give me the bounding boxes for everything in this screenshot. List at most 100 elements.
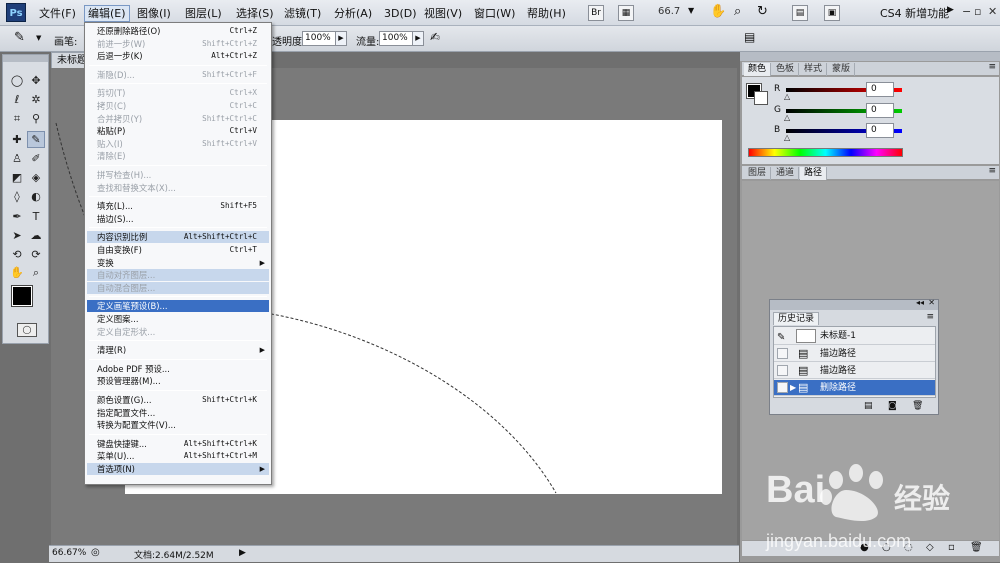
color-bg-swatch[interactable] — [754, 91, 768, 105]
snapshot-brush-icon[interactable]: ✎ — [777, 330, 785, 346]
tools-panel-header[interactable] — [3, 55, 48, 62]
status-info-icon[interactable]: ◎ — [91, 547, 100, 558]
status-menu-arrow-icon[interactable]: ▶ — [239, 548, 246, 558]
tab-paths[interactable]: 路径 — [800, 167, 828, 180]
menu-filter[interactable]: 滤镜(T) — [281, 5, 324, 22]
edit-menu-item[interactable]: 首选项(N) ▶ — [87, 463, 269, 475]
edit-menu-item[interactable]: 粘贴(P) Ctrl+V — [87, 125, 269, 137]
edit-menu-item[interactable]: 填充(L)... Shift+F5 — [87, 200, 269, 212]
b-slider-knob-icon[interactable]: △ — [784, 133, 790, 142]
edit-menu-item[interactable]: 后退一步(K) Alt+Ctrl+Z — [87, 50, 269, 62]
tab-color[interactable]: 颜色 — [744, 63, 772, 76]
g-value[interactable]: 0 — [866, 103, 894, 118]
edit-menu-item[interactable]: 清理(R) ▶ — [87, 344, 269, 356]
edit-menu-item[interactable]: 转换为配置文件(V)... — [87, 419, 269, 431]
menu-3d[interactable]: 3D(D) — [381, 5, 420, 22]
restore-icon[interactable]: ▫ — [974, 5, 981, 18]
tool-preset-dropdown-icon[interactable]: ▼ — [36, 34, 41, 42]
brush-panel-icon[interactable]: ▤ — [744, 30, 755, 44]
history-brush-source-icon[interactable] — [777, 365, 788, 376]
dock-header[interactable] — [740, 52, 1000, 61]
delete-state-icon[interactable]: 🗑 — [912, 401, 923, 411]
hand-icon[interactable]: ✋ — [710, 4, 726, 19]
menu-layer[interactable]: 图层(L) — [182, 5, 225, 22]
status-zoom[interactable]: 66.67% — [52, 548, 86, 558]
history-brush-tool-icon[interactable]: ✐ — [27, 150, 45, 167]
history-row[interactable]: ▤ 描边路径 — [774, 346, 935, 362]
color-spectrum-bar[interactable] — [748, 148, 903, 157]
r-value[interactable]: 0 — [866, 82, 894, 97]
history-snapshot[interactable]: ✎ 未标题-1 — [774, 327, 935, 345]
tab-swatches[interactable]: 色板 — [772, 63, 800, 76]
shape-tool-icon[interactable]: ☁ — [27, 227, 45, 244]
crop-tool-icon[interactable]: ⌗ — [8, 110, 26, 127]
zoom-dropdown-icon[interactable]: ▼ — [688, 6, 694, 15]
history-row-selected[interactable]: ▶ ▤ 删除路径 — [774, 380, 935, 396]
menu-select[interactable]: 选择(S) — [233, 5, 277, 22]
zoom-level[interactable]: 66.7 — [658, 6, 680, 17]
collapse-icon[interactable]: ◂◂ — [916, 298, 924, 307]
edit-menu-item[interactable]: 键盘快捷键... Alt+Shift+Ctrl+K — [87, 438, 269, 450]
bridge-icon[interactable]: Br — [588, 5, 604, 21]
panel-menu-icon[interactable]: ≡ — [988, 62, 996, 72]
edit-menu-item[interactable]: 还原删除路径(O) Ctrl+Z — [87, 25, 269, 37]
close-icon[interactable]: ✕ — [988, 5, 997, 18]
foreground-color-swatch[interactable] — [11, 285, 33, 307]
pen-tool-icon[interactable]: ✒ — [8, 208, 26, 225]
minimize-icon[interactable]: − — [962, 5, 971, 18]
hand-tool-icon[interactable]: ✋ — [8, 264, 26, 281]
marquee-tool-icon[interactable]: ◯ — [8, 72, 26, 89]
opacity-input[interactable]: 100% — [302, 31, 336, 46]
tab-layers[interactable]: 图层 — [744, 167, 772, 180]
edit-menu-item[interactable]: 自由变换(F) Ctrl+T — [87, 244, 269, 256]
zoom-tool-icon[interactable]: ⌕ — [27, 264, 45, 281]
flow-input[interactable]: 100% — [379, 31, 413, 46]
quick-mask-icon[interactable]: ◯ — [17, 323, 37, 337]
history-panel-header[interactable]: ◂◂ ✕ — [770, 298, 938, 310]
menu-analysis[interactable]: 分析(A) — [331, 5, 375, 22]
blur-tool-icon[interactable]: ◊ — [8, 188, 26, 205]
edit-menu-item[interactable]: Adobe PDF 预设... — [87, 363, 269, 375]
history-row[interactable]: ▤ 描边路径 — [774, 363, 935, 379]
edit-menu-item[interactable]: 预设管理器(M)... — [87, 375, 269, 387]
edit-menu-item[interactable]: 描边(S)... — [87, 213, 269, 225]
history-close-icon[interactable]: ✕ — [928, 298, 935, 307]
type-tool-icon[interactable]: T — [27, 208, 45, 225]
3d-orbit-tool-icon[interactable]: ⟳ — [27, 246, 45, 263]
rotate-view-icon[interactable]: ↻ — [757, 4, 768, 19]
tab-masks[interactable]: 蒙版 — [828, 63, 856, 76]
g-slider-knob-icon[interactable]: △ — [784, 113, 790, 122]
healing-brush-tool-icon[interactable]: ✚ — [8, 131, 26, 148]
clone-stamp-tool-icon[interactable]: ♙ — [8, 150, 26, 167]
r-slider-knob-icon[interactable]: △ — [784, 92, 790, 101]
move-tool-icon[interactable]: ✥ — [27, 72, 45, 89]
new-document-from-state-icon[interactable]: ▤ — [864, 401, 873, 411]
lasso-tool-icon[interactable]: ℓ — [8, 91, 26, 108]
history-brush-source-icon[interactable] — [777, 382, 788, 393]
zoom-icon[interactable]: ⌕ — [734, 4, 741, 19]
extras-icon[interactable]: ▦ — [618, 5, 634, 21]
edit-menu-item[interactable]: 内容识别比例 Alt+Shift+Ctrl+C — [87, 231, 269, 244]
menu-image[interactable]: 图像(I) — [134, 5, 174, 22]
edit-menu-item[interactable]: 菜单(U)... Alt+Shift+Ctrl+M — [87, 450, 269, 462]
edit-menu-item[interactable]: 指定配置文件... — [87, 407, 269, 419]
path-selection-tool-icon[interactable]: ➤ — [8, 227, 26, 244]
airbrush-icon[interactable]: ✍ — [430, 30, 440, 44]
menu-view[interactable]: 视图(V) — [421, 5, 465, 22]
history-menu-icon[interactable]: ≡ — [926, 312, 934, 322]
arrange-documents-icon[interactable]: ▤ — [792, 5, 808, 21]
create-snapshot-icon[interactable]: ◙ — [888, 401, 897, 411]
tab-channels[interactable]: 通道 — [772, 167, 800, 180]
tab-styles[interactable]: 样式 — [800, 63, 828, 76]
dodge-tool-icon[interactable]: ◐ — [27, 188, 45, 205]
brush-tool-icon[interactable]: ✎ — [14, 30, 25, 45]
brush-tool-icon[interactable]: ✎ — [27, 131, 45, 148]
eraser-tool-icon[interactable]: ◩ — [8, 169, 26, 186]
edit-menu-item[interactable]: 定义画笔预设(B)... — [87, 300, 269, 313]
history-brush-source-icon[interactable] — [777, 348, 788, 359]
paths-panel-menu-icon[interactable]: ≡ — [988, 166, 996, 176]
edit-menu-item[interactable]: 变换 ▶ — [87, 257, 269, 269]
opacity-slider-icon[interactable]: ▶ — [335, 31, 347, 46]
menu-edit[interactable]: 编辑(E) — [84, 5, 130, 22]
paint-bucket-tool-icon[interactable]: ◈ — [27, 169, 45, 186]
